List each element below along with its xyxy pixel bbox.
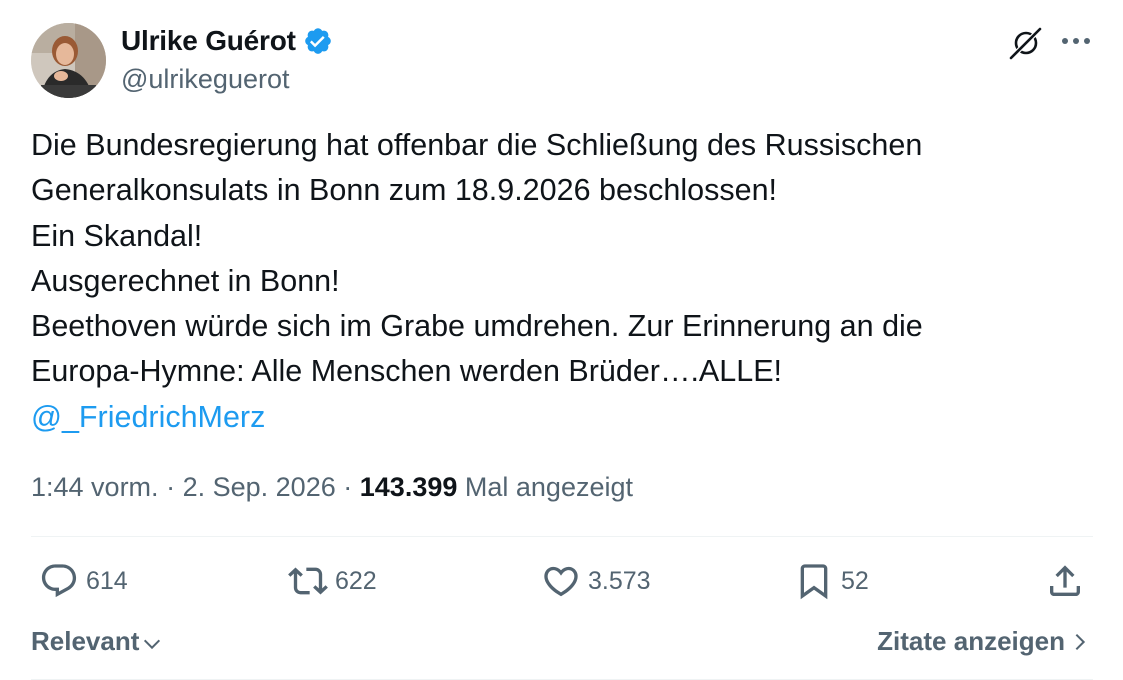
sort-replies-dropdown[interactable]: Relevant xyxy=(31,624,163,658)
avatar-photo xyxy=(31,23,106,98)
avatar[interactable] xyxy=(31,23,106,98)
like-count: 3.573 xyxy=(588,566,651,595)
view-count-label: Mal angezeigt xyxy=(464,472,633,502)
reply-button[interactable]: 614 xyxy=(39,561,128,601)
bookmark-icon xyxy=(800,564,828,600)
tweet-detail: Ulrike Guérot @ulrikeguerot Die Bundesre… xyxy=(0,0,1123,680)
retweet-button[interactable]: 622 xyxy=(288,561,377,601)
divider xyxy=(31,536,1093,537)
tweet-text: Die Bundesregierung hat offenbar die Sch… xyxy=(31,123,1091,440)
like-button[interactable]: 3.573 xyxy=(541,561,651,601)
tweet-text-line: Ausgerechnet in Bonn! xyxy=(31,263,340,298)
author-handle[interactable]: @ulrikeguerot xyxy=(121,62,290,96)
reply-icon xyxy=(41,564,77,598)
tweet-text-line: Ein Skandal! xyxy=(31,218,203,253)
chevron-down-icon xyxy=(144,639,161,650)
meta-separator: · xyxy=(166,472,176,502)
author-name[interactable]: Ulrike Guérot xyxy=(121,24,296,58)
author-name-row[interactable]: Ulrike Guérot xyxy=(121,24,333,58)
quotes-label: Zitate anzeigen xyxy=(877,626,1065,656)
view-count: 143.399 xyxy=(359,472,458,502)
chevron-right-icon xyxy=(1075,633,1086,651)
share-icon xyxy=(1050,565,1080,596)
bookmark-count: 52 xyxy=(841,566,869,595)
more-icon[interactable] xyxy=(1058,30,1094,52)
grok-icon[interactable] xyxy=(1007,24,1045,62)
bookmark-button[interactable]: 52 xyxy=(794,561,869,601)
view-quotes-link[interactable]: Zitate anzeigen xyxy=(877,624,1091,658)
heart-icon xyxy=(544,566,578,597)
retweet-count: 622 xyxy=(335,566,377,595)
tweet-text-line: Die Bundesregierung hat offenbar die Sch… xyxy=(31,128,923,162)
retweet-icon xyxy=(288,567,328,595)
tweet-text-line: Europa-Hymne: Alle Menschen werden Brüde… xyxy=(31,354,783,389)
tweet-time[interactable]: 1:44 vorm. xyxy=(31,472,159,502)
verified-badge-icon xyxy=(304,28,331,54)
share-button[interactable] xyxy=(1045,561,1085,601)
reply-count: 614 xyxy=(86,566,128,595)
meta-separator: · xyxy=(343,472,353,502)
tweet-date[interactable]: 2. Sep. 2026 xyxy=(183,472,336,502)
sort-label: Relevant xyxy=(31,626,140,656)
tweet-text-line: Beethoven würde sich im Grabe umdrehen. … xyxy=(31,309,923,344)
tweet-text-line: Generalkonsulats in Bonn zum 18.9.2026 b… xyxy=(31,173,778,208)
mention-link[interactable]: @_FriedrichMerz xyxy=(31,400,265,434)
tweet-meta: 1:44 vorm. · 2. Sep. 2026 · 143.399 Mal … xyxy=(31,470,633,504)
